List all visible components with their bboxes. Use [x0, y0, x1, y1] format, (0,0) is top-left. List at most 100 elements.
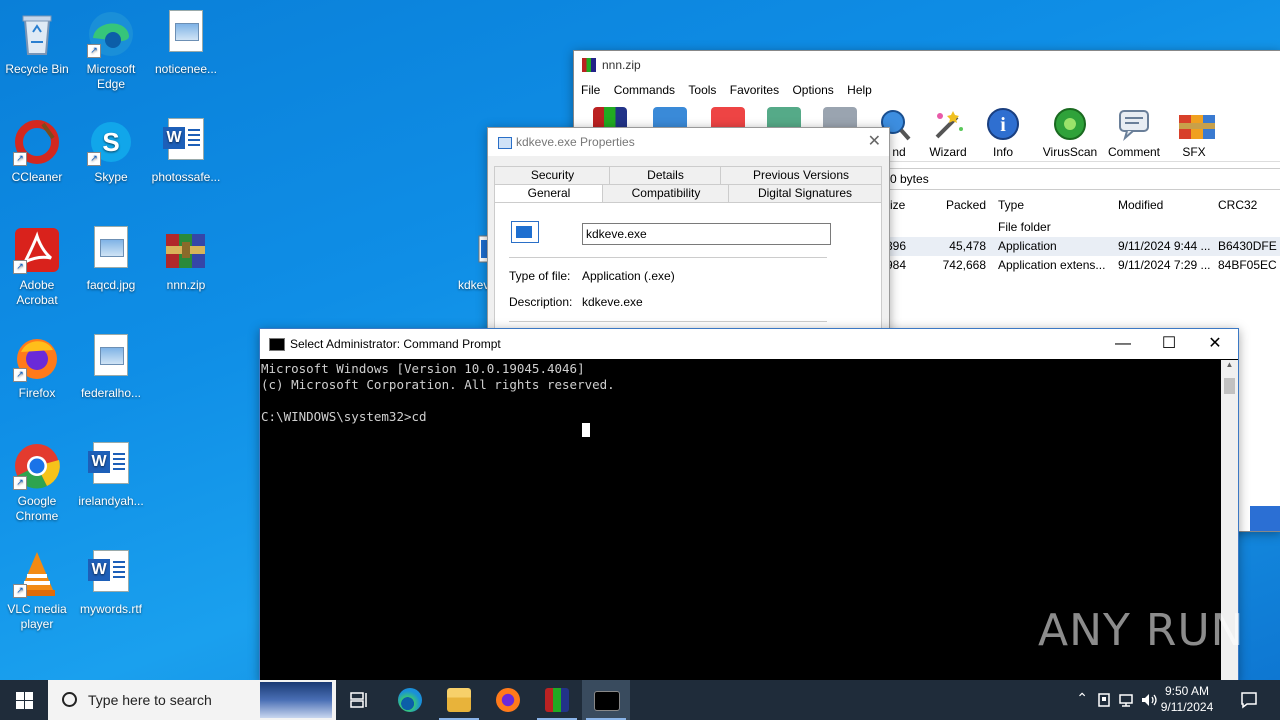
console-line: C:\WINDOWS\system32>cd — [261, 409, 427, 424]
folder-icon — [447, 688, 471, 712]
menu-tools[interactable]: Tools — [688, 83, 716, 97]
column-modified[interactable]: Modified — [1118, 196, 1163, 215]
edge-icon — [398, 688, 422, 712]
properties-tabs: Security Details Previous Versions Gener… — [494, 166, 882, 202]
desktop-icon-google-chrome[interactable]: ↗ Google Chrome — [0, 436, 74, 524]
desktop-icon-mywords[interactable]: W mywords.rtf — [74, 544, 148, 617]
console-line: (c) Microsoft Corporation. All rights re… — [261, 377, 615, 392]
column-type[interactable]: Type — [998, 196, 1024, 215]
cmd-title-bar[interactable]: Select Administrator: Command Prompt — ☐ ✕ — [260, 329, 1238, 359]
close-icon[interactable]: ✕ — [1192, 329, 1238, 359]
scrollbar-thumb[interactable] — [1224, 378, 1235, 394]
desktop-icon-nnn-zip[interactable]: nnn.zip — [149, 220, 223, 293]
taskbar: Type here to search ⌃ 9:50 AM 9/11/2024 — [0, 680, 1280, 720]
desktop-icon-label: VLC media player — [7, 602, 67, 631]
taskbar-file-explorer[interactable] — [435, 680, 483, 720]
tab-security[interactable]: Security — [494, 166, 611, 184]
menu-help[interactable]: Help — [847, 83, 872, 97]
winrar-title-bar[interactable]: nnn.zip — [574, 51, 1280, 79]
toolbar-info-button[interactable]: i Info — [973, 107, 1033, 159]
desktop-icon-microsoft-edge[interactable]: ↗ Microsoft Edge — [74, 4, 148, 92]
desktop-icon-label: Firefox — [18, 386, 56, 400]
task-view-button[interactable] — [336, 680, 384, 720]
toolbar-label: VirusScan — [1042, 145, 1098, 159]
tab-previous-versions[interactable]: Previous Versions — [720, 166, 882, 184]
desktop-icon-adobe-acrobat[interactable]: ↗ Adobe Acrobat — [0, 220, 74, 308]
desktop-icon-vlc[interactable]: ↗ VLC media player — [0, 544, 74, 632]
toolbar-sfx-button[interactable]: SFX — [1164, 107, 1224, 159]
desktop-icon-label: nnn.zip — [166, 278, 206, 292]
column-crc32[interactable]: CRC32 — [1218, 196, 1257, 215]
search-icon — [62, 692, 77, 707]
desktop-icon-label: Adobe Acrobat — [16, 278, 58, 307]
shortcut-arrow-icon: ↗ — [13, 260, 27, 274]
desktop-icon-photossafe[interactable]: W photossafe... — [149, 112, 223, 185]
desktop-icon-label: photossafe... — [151, 170, 221, 184]
desktop-icon-recycle-bin[interactable]: Recycle Bin — [0, 4, 74, 77]
skype-icon: S ↗ — [87, 118, 135, 166]
tab-digital-signatures[interactable]: Digital Signatures — [728, 184, 882, 202]
close-icon[interactable]: ✕ — [868, 128, 881, 156]
minimize-icon[interactable]: — — [1100, 329, 1146, 359]
properties-dialog[interactable]: kdkeve.exe Properties ✕ Security Details… — [487, 127, 890, 344]
network-icon[interactable] — [1119, 692, 1135, 708]
tab-general[interactable]: General — [494, 184, 604, 202]
menu-file[interactable]: File — [581, 83, 600, 97]
word-document-icon: W — [162, 118, 210, 166]
taskbar-winrar[interactable] — [533, 680, 581, 720]
taskbar-clock[interactable]: 9:50 AM 9/11/2024 — [1152, 683, 1222, 715]
column-packed[interactable]: Packed — [916, 196, 986, 215]
desktop: Recycle Bin ↗ CCleaner ↗ Adobe Acrobat ↗… — [0, 0, 1280, 680]
vlc-icon: ↗ — [13, 550, 61, 598]
clock-date: 9/11/2024 — [1160, 700, 1214, 714]
properties-title-bar[interactable]: kdkeve.exe Properties ✕ — [488, 128, 889, 156]
firefox-icon — [496, 688, 520, 712]
console-line: Microsoft Windows [Version 10.0.19045.40… — [261, 361, 585, 376]
desktop-icon-label: Microsoft Edge — [86, 62, 136, 91]
chevron-up-icon[interactable]: ⌃ — [1076, 690, 1088, 707]
shortcut-arrow-icon: ↗ — [13, 368, 27, 382]
filename-field[interactable]: kdkeve.exe — [582, 223, 831, 245]
winrar-icon — [545, 688, 569, 712]
column-size[interactable]: ize — [890, 196, 905, 215]
ccleaner-icon: ↗ — [13, 118, 61, 166]
toolbar-wizard-button[interactable]: Wizard — [918, 107, 978, 159]
chrome-icon: ↗ — [13, 442, 61, 490]
taskbar-search-box[interactable]: Type here to search — [48, 680, 336, 720]
tab-compatibility[interactable]: Compatibility — [602, 184, 730, 202]
toolbar-comment-button[interactable]: Comment — [1104, 107, 1164, 159]
taskbar-edge[interactable] — [386, 680, 434, 720]
taskbar-firefox[interactable] — [484, 680, 532, 720]
cell-packed: 45,478 — [949, 239, 986, 253]
cmd-app-icon — [269, 338, 285, 351]
maximize-icon[interactable]: ☐ — [1146, 329, 1192, 359]
desktop-icon-firefox[interactable]: ↗ Firefox — [0, 328, 74, 401]
device-icon[interactable] — [1098, 693, 1112, 707]
edge-icon: ↗ — [87, 10, 135, 58]
taskbar-command-prompt[interactable] — [582, 680, 630, 720]
start-button[interactable] — [0, 680, 48, 720]
svg-text:i: i — [1000, 114, 1006, 136]
desktop-icon-skype[interactable]: S ↗ Skype — [74, 112, 148, 185]
toolbar-label: Wizard — [929, 145, 967, 159]
properties-title: kdkeve.exe Properties — [516, 135, 635, 149]
desktop-icon-faqcd[interactable]: faqcd.jpg — [74, 220, 148, 293]
type-of-file-value: Application (.exe) — [582, 269, 675, 283]
menu-options[interactable]: Options — [792, 83, 833, 97]
scroll-up-icon[interactable]: ▲ — [1221, 360, 1238, 369]
desktop-icon-irelandyah[interactable]: W irelandyah... — [74, 436, 148, 509]
menu-favorites[interactable]: Favorites — [730, 83, 779, 97]
menu-commands[interactable]: Commands — [614, 83, 675, 97]
notification-icon[interactable] — [1240, 691, 1258, 709]
cell-crc32: 84BF05EC — [1218, 258, 1277, 272]
tab-details[interactable]: Details — [609, 166, 722, 184]
desktop-icon-ccleaner[interactable]: ↗ CCleaner — [0, 112, 74, 185]
toolbar-label: SFX — [1182, 145, 1206, 159]
desktop-icon-noticenee[interactable]: noticenee... — [149, 4, 223, 77]
toolbar-virusscan-button[interactable]: VirusScan — [1040, 107, 1100, 159]
svg-text:S: S — [102, 127, 119, 157]
desktop-icon-federalho[interactable]: federalho... — [74, 328, 148, 401]
cmd-title: Select Administrator: Command Prompt — [290, 337, 501, 351]
task-view-icon — [350, 692, 367, 708]
virusscan-icon — [1053, 107, 1087, 141]
